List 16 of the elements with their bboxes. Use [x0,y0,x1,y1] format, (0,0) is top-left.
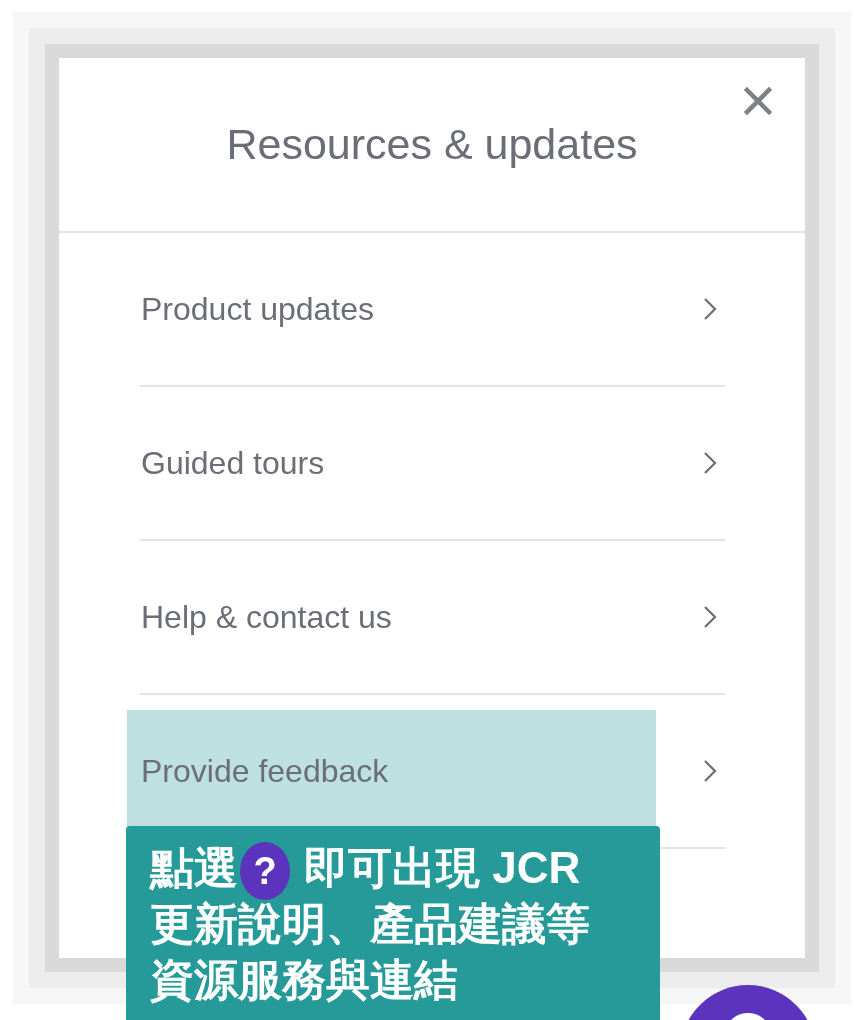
dialog-title: Resources & updates [226,120,638,169]
menu-item-label: Product updates [141,290,375,328]
annotation-text: 更新說明、產品建議等 [150,899,590,948]
close-button[interactable] [743,86,773,116]
menu-item-label: Provide feedback [141,752,389,790]
menu-item[interactable]: Help & contact us [140,541,725,695]
help-badge: ? [240,842,290,901]
menu-item-label: Help & contact us [141,598,392,636]
menu-item[interactable]: Product updates [140,233,725,387]
chevron-right-icon [703,759,717,783]
chevron-right-icon [703,605,717,629]
menu-item-label: Guided tours [141,444,325,482]
menu-item[interactable]: Guided tours [140,387,725,541]
chevron-right-icon [703,451,717,475]
chevron-right-icon [703,297,717,321]
annotation-text: 資源服務與連結 [150,955,458,1004]
